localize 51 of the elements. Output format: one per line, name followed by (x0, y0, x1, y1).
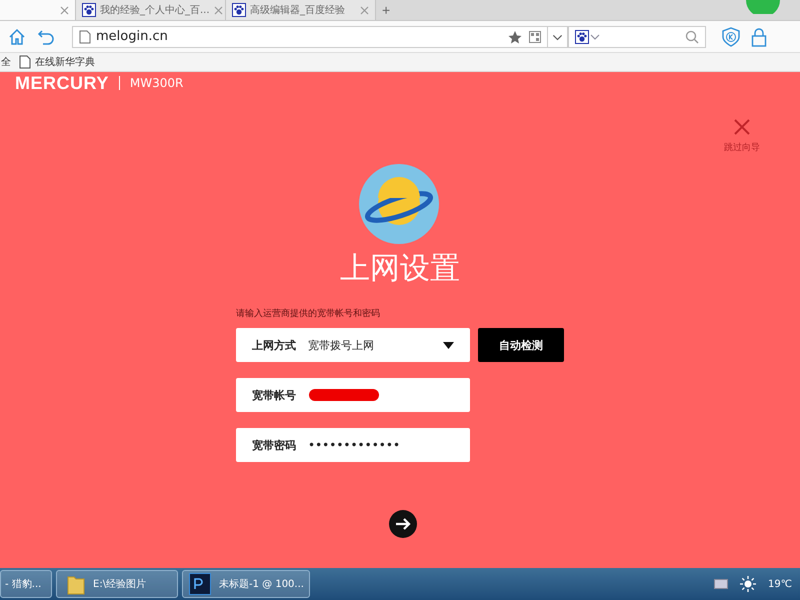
page-icon (79, 30, 91, 44)
shield-icon[interactable] (722, 26, 740, 46)
browser-tab[interactable]: 高级编辑器_百度经验 (226, 0, 376, 20)
tab-title: 我的经验_个人中心_百... (100, 4, 210, 17)
field-label: 上网方式 (252, 338, 296, 352)
close-icon[interactable] (60, 6, 69, 14)
field-label: 宽带帐号 (252, 388, 296, 402)
taskbar-item[interactable]: - 猎豹... (0, 570, 52, 598)
close-icon[interactable] (360, 6, 369, 14)
address-bar[interactable]: melogin.cn (72, 26, 548, 48)
paw-icon[interactable] (575, 30, 589, 44)
temperature-text: 19℃ (768, 578, 792, 590)
back-icon[interactable] (37, 28, 55, 46)
redaction-mark (308, 388, 380, 402)
caret-icon[interactable] (590, 32, 600, 40)
home-icon[interactable] (8, 28, 26, 46)
connection-type-dropdown[interactable]: 上网方式 宽带拨号上网 (236, 328, 470, 362)
paw-icon (232, 3, 246, 17)
input-field[interactable]: 宽带帐号 (236, 378, 470, 412)
qr-code-icon[interactable] (529, 30, 541, 42)
instruction-text: 请输入运营商提供的宽带帐号和密码 (236, 308, 381, 320)
next-arrow-button[interactable] (388, 510, 416, 538)
model-name: MW300R (130, 76, 184, 90)
search-field[interactable] (568, 26, 706, 48)
dropdown-arrow-icon (443, 342, 454, 348)
url-text: melogin.cn (96, 29, 168, 44)
caret-icon[interactable] (548, 26, 568, 48)
tab-title: 高级编辑器_百度经验 (250, 4, 346, 17)
lock-icon[interactable] (751, 26, 767, 46)
new-tab-button[interactable]: + (376, 0, 396, 20)
taskbar-item[interactable]: 未标题-1 @ 100... (182, 570, 310, 598)
close-icon[interactable] (214, 6, 223, 14)
brand-logo: MERCURY (15, 76, 120, 90)
bookmark-link[interactable]: 在线新华字典 (19, 55, 95, 69)
planet-icon (358, 164, 438, 244)
dropdown-value: 宽带拨号上网 (308, 338, 374, 352)
close-icon (733, 118, 751, 136)
auto-detect-button[interactable]: 自动检测 (478, 328, 564, 362)
password-dots: ••••••••••••• (308, 438, 400, 452)
paw-icon (82, 3, 96, 17)
search-icon[interactable] (685, 30, 699, 44)
page-title: 上网设置 (340, 250, 460, 288)
sun-icon[interactable] (740, 576, 756, 592)
star-icon[interactable] (508, 30, 524, 44)
browser-tab[interactable]: 我的经验_个人中心_百... (76, 0, 226, 20)
keyboard-icon[interactable] (714, 579, 728, 589)
input-field[interactable]: 宽带密码 ••••••••••••• (236, 428, 470, 462)
app-icon (189, 573, 211, 595)
bookmark-link[interactable]: 全 (1, 55, 11, 69)
field-label: 宽带密码 (252, 438, 296, 452)
taskbar-item[interactable]: E:\经验图片 (56, 570, 178, 598)
